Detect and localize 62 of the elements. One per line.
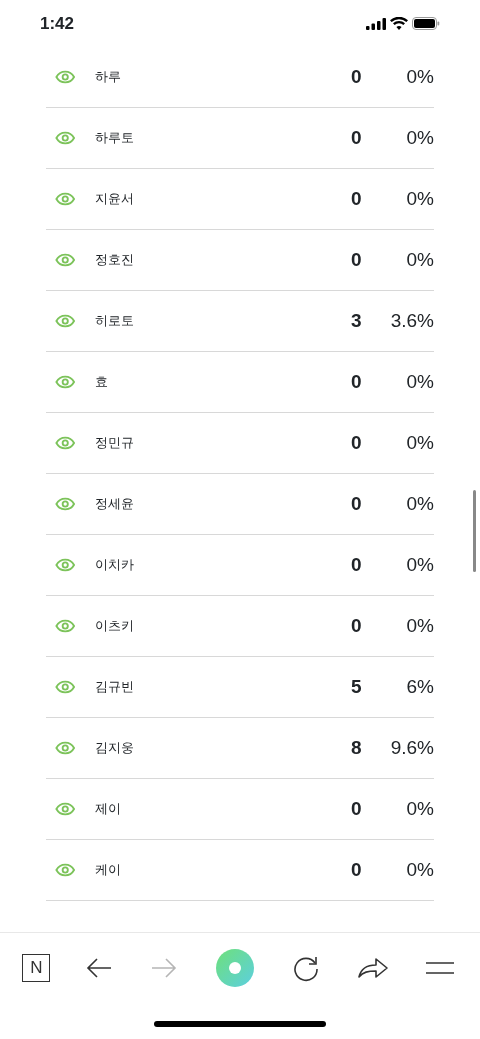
- vote-percent: 3.6%: [389, 308, 434, 333]
- eye-icon[interactable]: [55, 70, 76, 84]
- vote-percent: 0%: [405, 247, 434, 272]
- eye-icon[interactable]: [55, 253, 76, 267]
- row-name: 제이: [95, 800, 123, 819]
- row-name: 효: [95, 373, 110, 392]
- eye-icon[interactable]: [55, 802, 76, 816]
- vote-percent: 0%: [405, 491, 434, 516]
- vote-count: 0: [349, 369, 362, 394]
- scrollbar[interactable]: [473, 490, 476, 572]
- vote-percent: 6%: [405, 674, 434, 699]
- vote-percent: 0%: [405, 186, 434, 211]
- vote-percent: 0%: [405, 857, 434, 882]
- row-name: 정세윤: [95, 495, 136, 514]
- vote-percent: 0%: [405, 430, 434, 455]
- vote-percent: 0%: [405, 613, 434, 638]
- vote-count: 0: [349, 125, 362, 150]
- vote-count: 0: [349, 796, 362, 821]
- eye-icon[interactable]: [55, 436, 76, 450]
- eye-icon[interactable]: [55, 375, 76, 389]
- row-name: 케이: [95, 861, 123, 880]
- vote-percent: 0%: [405, 64, 434, 89]
- vote-count: 0: [349, 613, 362, 638]
- row-name: 이츠키: [95, 617, 136, 636]
- vote-percent: 0%: [405, 369, 434, 394]
- vote-count: 3: [349, 308, 362, 333]
- eye-icon[interactable]: [55, 314, 76, 328]
- vote-count: 0: [349, 186, 362, 211]
- eye-icon[interactable]: [55, 192, 76, 206]
- eye-icon[interactable]: [55, 619, 76, 633]
- eye-icon[interactable]: [55, 131, 76, 145]
- row-name: 지윤서: [95, 190, 136, 209]
- eye-icon[interactable]: [55, 863, 76, 877]
- eye-icon[interactable]: [55, 680, 76, 694]
- wifi-icon: [390, 17, 408, 30]
- eye-icon[interactable]: [55, 558, 76, 572]
- vote-count: 0: [349, 64, 362, 89]
- vote-count: 0: [349, 491, 362, 516]
- signal-icon: [366, 17, 386, 30]
- row-name: 김규빈: [95, 678, 136, 697]
- eye-icon[interactable]: [55, 741, 76, 755]
- row-name: 하루: [95, 68, 123, 87]
- row-name: 정민규: [95, 434, 136, 453]
- vote-count: 5: [349, 674, 362, 699]
- row-name: 이치카: [95, 556, 136, 575]
- row-name: 하루토: [95, 129, 136, 148]
- vote-count: 8: [349, 735, 362, 760]
- vote-percent: 0%: [405, 125, 434, 150]
- vote-percent: 9.6%: [389, 735, 434, 760]
- vote-count: 0: [349, 247, 362, 272]
- vote-percent: 0%: [405, 796, 434, 821]
- vote-count: 0: [349, 430, 362, 455]
- battery-icon: [412, 17, 440, 30]
- row-name: 히로토: [95, 312, 136, 331]
- home-button[interactable]: N: [22, 953, 51, 982]
- vote-count: 0: [349, 552, 362, 577]
- status-time: 1:42: [40, 12, 75, 35]
- row-name: 정호진: [95, 251, 136, 270]
- row-name: 김지웅: [95, 739, 136, 758]
- eye-icon[interactable]: [55, 497, 76, 511]
- vote-percent: 0%: [405, 552, 434, 577]
- vote-count: 0: [349, 857, 362, 882]
